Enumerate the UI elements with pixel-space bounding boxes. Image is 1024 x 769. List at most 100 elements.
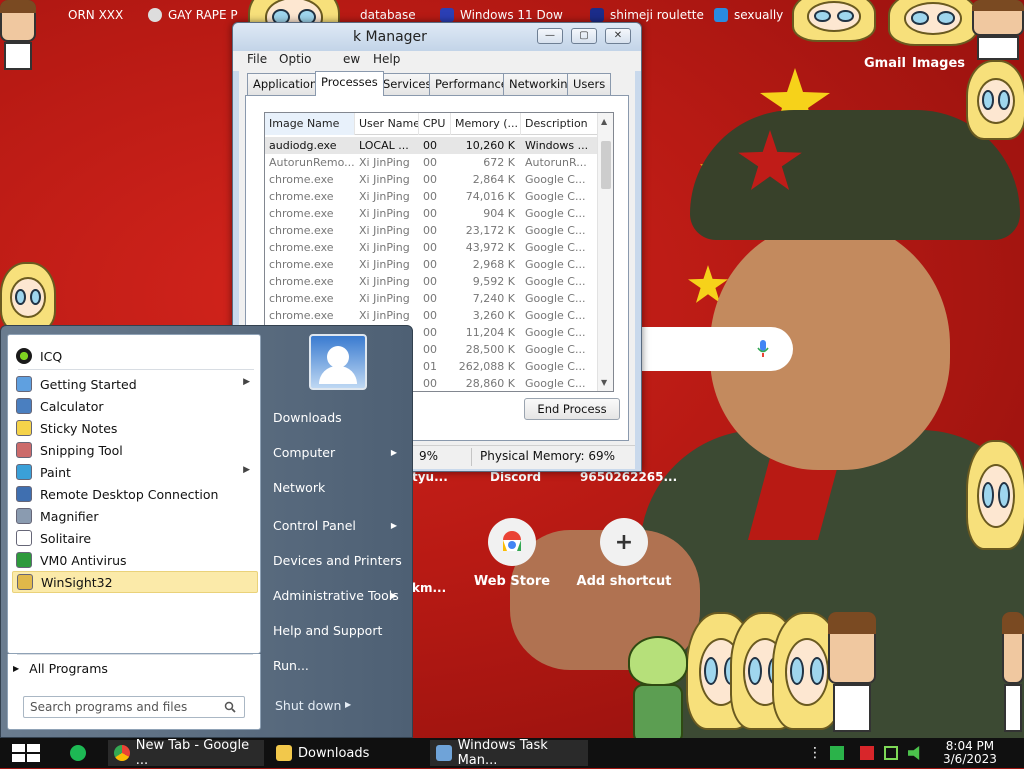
- column-user-name[interactable]: User Name: [355, 113, 419, 135]
- menu-help[interactable]: Help: [373, 52, 400, 66]
- calculator-icon: [16, 398, 32, 414]
- table-row[interactable]: audiodg.exe LOCAL ... 00 10,260 K Windows ..…: [265, 137, 600, 154]
- menu-file[interactable]: File: [247, 52, 267, 66]
- cards-icon: [16, 530, 32, 546]
- microphone-icon[interactable]: [757, 340, 769, 358]
- program-item[interactable]: Calculator: [12, 395, 258, 417]
- cell-desc: Google C...: [525, 326, 586, 339]
- cell-image: chrome.exe: [269, 207, 334, 220]
- start-button[interactable]: [10, 740, 44, 766]
- tab-processes[interactable]: Processes: [315, 71, 384, 96]
- taskbar-task-manager[interactable]: Windows Task Man...: [430, 738, 588, 768]
- start-place-item[interactable]: Administrative Tools ▶: [273, 588, 405, 603]
- program-item[interactable]: Solitaire: [12, 527, 258, 549]
- cell-image: AutorunRemo...: [269, 156, 355, 169]
- table-row[interactable]: AutorunRemo... Xi JinPing 00 672 K AutorunR.…: [265, 154, 600, 171]
- column-description[interactable]: Description: [521, 113, 601, 135]
- table-row[interactable]: chrome.exe Xi JinPing 00 2,968 K Google C...: [265, 256, 600, 273]
- scrollbar-thumb[interactable]: [601, 141, 611, 189]
- menu-options[interactable]: Optio: [279, 52, 311, 66]
- cell-user: Xi JinPing: [359, 173, 410, 186]
- program-icq[interactable]: ICQ: [12, 345, 258, 367]
- program-item[interactable]: WinSight32: [12, 571, 258, 593]
- start-place-item[interactable]: Computer ▶: [273, 445, 405, 460]
- start-place-item[interactable]: Devices and Printers: [273, 553, 405, 568]
- start-menu[interactable]: ICQ Getting Started ▶ Calculator Sticky Not…: [0, 325, 413, 738]
- cell-cpu: 00: [423, 309, 437, 322]
- cell-cpu: 00: [423, 377, 437, 390]
- table-row[interactable]: chrome.exe Xi JinPing 00 43,972 K Google C..…: [265, 239, 600, 256]
- cell-image: chrome.exe: [269, 309, 334, 322]
- start-place-item[interactable]: Downloads: [273, 410, 405, 425]
- table-row[interactable]: chrome.exe Xi JinPing 00 7,240 K Google C...: [265, 290, 600, 307]
- taskbar-chrome[interactable]: New Tab - Google ...: [108, 738, 264, 768]
- bookmark-item[interactable]: shimeji roulette: [590, 8, 704, 22]
- x-icon: [440, 8, 454, 22]
- scroll-up-icon[interactable]: ▲: [601, 117, 607, 126]
- start-place-item[interactable]: Help and Support: [273, 623, 405, 638]
- start-place-item[interactable]: Control Panel ▶: [273, 518, 405, 533]
- column-memory[interactable]: Memory (...: [451, 113, 521, 135]
- shortcut-add[interactable]: + Add shortcut: [574, 518, 674, 589]
- table-row[interactable]: chrome.exe Xi JinPing 00 23,172 K Google C..…: [265, 222, 600, 239]
- bookmark-item[interactable]: GAY RAPE P: [148, 8, 238, 22]
- maximize-button[interactable]: ▢: [571, 28, 597, 44]
- bookmark-item[interactable]: database: [360, 8, 416, 22]
- close-button[interactable]: ✕: [605, 28, 631, 44]
- menu-view[interactable]: ew: [343, 52, 360, 66]
- bookmark-item[interactable]: Windows 11 Dow: [440, 8, 563, 22]
- program-item[interactable]: VM0 Antivirus: [12, 549, 258, 571]
- system-clock[interactable]: 8:04 PM 3/6/2023: [943, 740, 997, 766]
- title-bar[interactable]: k Manager — ▢ ✕: [233, 23, 641, 51]
- gmail-link[interactable]: Gmail: [864, 56, 906, 71]
- taskbar-app-green[interactable]: [64, 740, 100, 766]
- program-item[interactable]: Remote Desktop Connection: [12, 483, 258, 505]
- search-icon[interactable]: [224, 701, 236, 713]
- end-process-button[interactable]: End Process: [524, 398, 620, 420]
- table-row[interactable]: chrome.exe Xi JinPing 00 3,260 K Google C...: [265, 307, 600, 324]
- cell-mem: 28,860 K: [465, 377, 515, 390]
- cell-cpu: 00: [423, 292, 437, 305]
- chrome-webstore-icon: [488, 518, 536, 566]
- bookmark-item[interactable]: sexually: [714, 8, 783, 22]
- taskbar-downloads[interactable]: Downloads: [270, 740, 420, 766]
- tab-performance[interactable]: Performance: [429, 73, 514, 95]
- column-image-name[interactable]: Image Name: [265, 113, 355, 135]
- start-place-item[interactable]: Run...: [273, 658, 405, 673]
- cell-user: Xi JinPing: [359, 275, 410, 288]
- tray-green-icon[interactable]: [830, 746, 844, 760]
- all-programs-button[interactable]: ▶ All Programs: [13, 661, 108, 676]
- table-row[interactable]: chrome.exe Xi JinPing 00 2,864 K Google C...: [265, 171, 600, 188]
- program-item[interactable]: Snipping Tool: [12, 439, 258, 461]
- shortcut-label[interactable]: tyu...: [412, 470, 448, 484]
- bookmark-item[interactable]: ORN XXX: [68, 8, 123, 22]
- table-row[interactable]: chrome.exe Xi JinPing 00 904 K Google C...: [265, 205, 600, 222]
- shutdown-options-arrow-icon[interactable]: ▶: [345, 700, 351, 709]
- scroll-down-icon[interactable]: ▼: [601, 378, 607, 387]
- program-item[interactable]: Paint ▶: [12, 461, 258, 483]
- program-item[interactable]: Sticky Notes: [12, 417, 258, 439]
- tab-users[interactable]: Users: [567, 73, 612, 95]
- more-options-icon[interactable]: ⋮: [808, 746, 822, 760]
- shortcut-label[interactable]: km...: [412, 581, 446, 595]
- shortcut-label-discord[interactable]: Discord: [490, 470, 541, 484]
- minimize-button[interactable]: —: [537, 28, 563, 44]
- cartoon-sticker: [972, 0, 1024, 60]
- shortcut-label[interactable]: 9650262265...: [580, 470, 677, 484]
- start-search-input[interactable]: Search programs and files: [23, 696, 245, 718]
- network-icon[interactable]: [884, 746, 898, 760]
- place-label: Computer: [273, 445, 336, 460]
- table-row[interactable]: chrome.exe Xi JinPing 00 9,592 K Google C...: [265, 273, 600, 290]
- program-item[interactable]: Getting Started ▶: [12, 373, 258, 395]
- shortcut-web-store[interactable]: Web Store: [472, 518, 552, 589]
- start-place-item[interactable]: Network: [273, 480, 405, 495]
- volume-icon[interactable]: [908, 746, 920, 760]
- table-row[interactable]: chrome.exe Xi JinPing 00 74,016 K Google C..…: [265, 188, 600, 205]
- column-cpu[interactable]: CPU: [419, 113, 451, 135]
- program-item[interactable]: Magnifier: [12, 505, 258, 527]
- images-link[interactable]: Images: [912, 56, 965, 71]
- flag-icon[interactable]: [860, 746, 874, 760]
- user-avatar[interactable]: [309, 334, 367, 390]
- scissors-icon: [16, 442, 32, 458]
- process-list-scrollbar[interactable]: ▲ ▼: [597, 113, 613, 391]
